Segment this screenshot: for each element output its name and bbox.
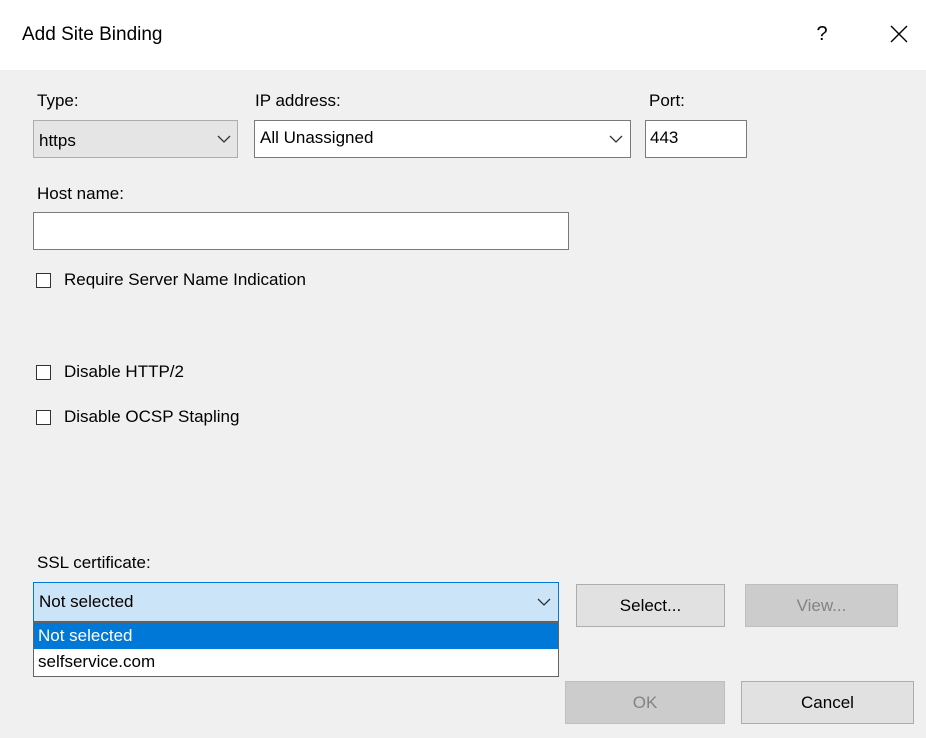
close-icon — [890, 25, 908, 43]
help-button[interactable]: ? — [800, 14, 844, 54]
chevron-down-icon — [217, 135, 231, 143]
chevron-down-icon — [537, 598, 551, 606]
ssl-dropdown-list: Not selected selfservice.com — [33, 622, 559, 677]
port-input[interactable]: 443 — [645, 120, 747, 158]
ip-value: All Unassigned — [260, 128, 374, 147]
ip-label: IP address: — [255, 91, 341, 110]
type-value: https — [39, 131, 76, 150]
ssl-option[interactable]: Not selected — [34, 623, 558, 649]
http2-checkbox-row[interactable]: Disable HTTP/2 — [36, 362, 184, 382]
host-label: Host name: — [37, 184, 124, 203]
sni-label: Require Server Name Indication — [64, 270, 306, 289]
close-button[interactable] — [872, 14, 926, 54]
view-button[interactable]: View... — [745, 584, 898, 627]
type-select[interactable]: https — [33, 120, 238, 158]
sni-checkbox-row[interactable]: Require Server Name Indication — [36, 270, 306, 290]
ocsp-label: Disable OCSP Stapling — [64, 407, 240, 426]
host-input[interactable] — [33, 212, 569, 250]
port-label: Port: — [649, 91, 685, 110]
cancel-button[interactable]: Cancel — [741, 681, 914, 724]
ssl-certificate-select[interactable]: Not selected — [33, 582, 559, 622]
ssl-option[interactable]: selfservice.com — [34, 649, 558, 675]
port-value: 443 — [650, 128, 679, 147]
dialog-title: Add Site Binding — [22, 24, 163, 45]
help-icon: ? — [816, 22, 828, 45]
sni-checkbox[interactable] — [36, 272, 51, 288]
ok-button[interactable]: OK — [565, 681, 725, 724]
ip-select[interactable]: All Unassigned — [254, 120, 631, 158]
select-button[interactable]: Select... — [576, 584, 725, 627]
http2-label: Disable HTTP/2 — [64, 362, 184, 381]
ssl-value: Not selected — [39, 592, 134, 611]
ocsp-checkbox[interactable] — [36, 409, 51, 425]
ocsp-checkbox-row[interactable]: Disable OCSP Stapling — [36, 407, 239, 427]
chevron-down-icon — [609, 135, 623, 143]
title-bar: Add Site Binding ? — [0, 0, 926, 70]
http2-checkbox[interactable] — [36, 364, 51, 380]
ssl-label: SSL certificate: — [37, 553, 151, 572]
type-label: Type: — [37, 91, 79, 110]
